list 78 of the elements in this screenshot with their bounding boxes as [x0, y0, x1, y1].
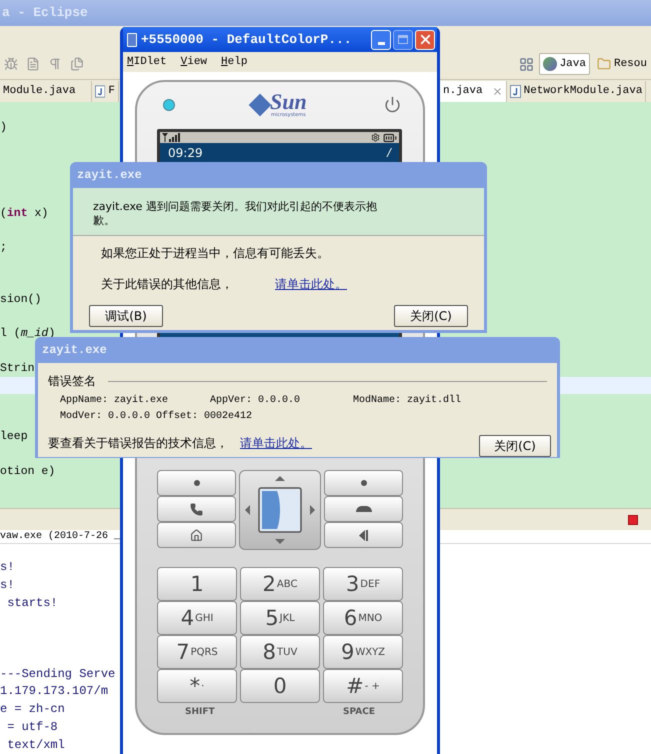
brand-logo: Sun: [270, 91, 307, 113]
folder-icon: [596, 57, 611, 71]
error-message: zayit.exe 遇到问题需要关闭。我们对此引起的不便表示抱歉。: [93, 200, 378, 228]
power-icon[interactable]: [384, 96, 401, 113]
menu-item[interactable]: Help: [221, 54, 248, 70]
perspective-button[interactable]: Java: [538, 53, 590, 75]
soft-key[interactable]: [324, 470, 403, 496]
bug-icon[interactable]: [4, 57, 18, 71]
soft-key[interactable]: [157, 496, 236, 522]
close-icon[interactable]: [492, 86, 503, 97]
info-label: 要查看关于错误报告的技术信息，: [48, 435, 229, 452]
terminate-icon[interactable]: [628, 514, 638, 524]
signature-field: Offset: 0002e412: [156, 409, 252, 425]
editor-tab[interactable]: n.java: [440, 81, 507, 102]
code-line: sion(): [0, 292, 42, 308]
keypad-key[interactable]: *·: [157, 669, 237, 703]
dialog-title: zayit.exe: [77, 167, 142, 184]
gear-icon: [371, 133, 380, 142]
details-link[interactable]: 请单击此处。: [240, 434, 312, 452]
menu-item[interactable]: View: [180, 54, 208, 70]
java-file-icon: [510, 85, 521, 98]
documents-icon[interactable]: [70, 57, 84, 71]
console-line: ---Sending Serve: [0, 666, 116, 683]
section-heading: 错误签名: [48, 373, 96, 390]
console-line: s!: [0, 576, 14, 594]
perspective-button[interactable]: Resou: [592, 53, 651, 75]
dialog-button[interactable]: 关闭(C): [479, 435, 551, 457]
soft-key[interactable]: [157, 470, 236, 496]
signature-field: AppVer: 0.0.0.0: [210, 393, 353, 409]
maximize-button[interactable]: [393, 30, 413, 50]
code-line: ): [0, 120, 7, 136]
soft-key[interactable]: [324, 522, 403, 548]
console-line: = utf-8: [6, 719, 58, 736]
console-line: text/xml: [6, 736, 65, 754]
dialog-button[interactable]: 调试(B): [89, 305, 163, 327]
signature-field: ModVer: 0.0.0.0: [60, 409, 150, 425]
document-icon[interactable]: [26, 57, 40, 71]
keypad-key[interactable]: 0: [240, 669, 320, 703]
code-line: leep: [0, 429, 28, 446]
signature-field: AppName: zayit.exe: [60, 393, 210, 409]
code-line: (int x): [0, 206, 48, 222]
console-line: starts!: [6, 594, 58, 612]
soft-key[interactable]: [324, 496, 403, 522]
details-link[interactable]: 请单击此处。: [275, 275, 347, 293]
console-line: s!: [0, 558, 14, 576]
open-perspective-icon[interactable]: [518, 56, 534, 72]
window-title: a - Eclipse: [2, 4, 88, 22]
key-label: SHIFT: [185, 706, 215, 719]
keypad-key[interactable]: 1: [157, 567, 237, 601]
minimize-icon: [378, 42, 384, 44]
info-label: 关于此错误的其他信息，: [101, 276, 234, 293]
screen-indicator: /: [387, 144, 391, 161]
java-file-icon: [95, 85, 106, 98]
minimize-button[interactable]: [371, 30, 391, 50]
code-line: otion e): [0, 464, 56, 480]
console-line: e = zh-cn: [0, 701, 65, 718]
maximize-icon: [398, 35, 408, 44]
console-title: vaw.exe (2010-7-26 _: [0, 530, 120, 544]
console-line: 1.179.173.107/m: [0, 683, 108, 700]
dialog-title: zayit.exe: [42, 342, 107, 359]
key-label: SPACE: [343, 706, 375, 719]
editor-tab[interactable]: F: [92, 81, 119, 102]
code-line: Strin: [0, 360, 35, 377]
hang-up-icon: [356, 506, 372, 512]
home-icon: [190, 528, 203, 542]
dialog-button[interactable]: 关闭(C): [394, 305, 468, 327]
signature-field: ModName: zayit.dll: [353, 393, 547, 409]
indicator-light: [163, 98, 175, 110]
pilcrow-icon[interactable]: [48, 57, 62, 71]
data-loss-note: 如果您正处于进程当中，信息有可能丢失。: [101, 245, 330, 262]
close-button[interactable]: [415, 30, 435, 50]
soft-key[interactable]: [157, 522, 236, 548]
code-line: ;: [0, 240, 7, 256]
keypad-key[interactable]: #- +: [323, 669, 403, 703]
menu-item[interactable]: MIDlet: [127, 54, 167, 70]
emulator-title: +5550000 - DefaultColorP...: [141, 30, 352, 49]
clock: 09:29: [168, 145, 203, 162]
back-icon: [359, 530, 368, 540]
